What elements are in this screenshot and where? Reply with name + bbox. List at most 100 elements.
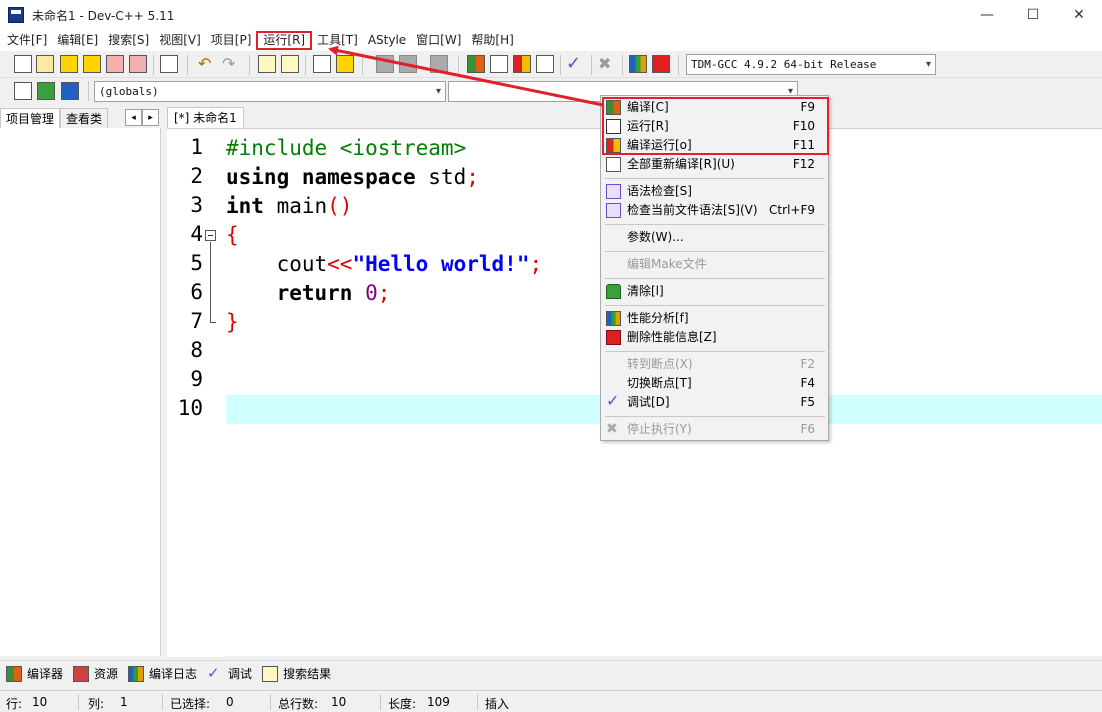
menu-item-debug[interactable]: ✓ 调试[D] F5 xyxy=(603,393,827,412)
syntax-check-file-icon xyxy=(606,203,621,218)
toolbar-separator xyxy=(187,55,188,75)
menu-item-rebuild-all[interactable]: 全部重新编译[R](U) F12 xyxy=(603,155,827,174)
new-file-icon[interactable] xyxy=(14,55,32,73)
bottom-panel-tabs: 编译器 资源 编译日志 ✓ 调试 搜索结果 xyxy=(0,660,1102,686)
delete-profile-icon[interactable] xyxy=(652,55,670,73)
class-toolbar: (globals) ▾ ▾ xyxy=(0,79,1102,104)
compile-run-icon[interactable] xyxy=(513,55,531,73)
menu-item-syntax-check[interactable]: 语法检查[S] xyxy=(603,182,827,201)
project-panel[interactable] xyxy=(0,128,161,656)
remove-from-project-icon[interactable] xyxy=(430,55,448,73)
fold-collapse-icon[interactable] xyxy=(205,230,216,241)
scope-select[interactable]: (globals) ▾ xyxy=(94,81,446,102)
close-all-icon[interactable] xyxy=(129,55,147,73)
rebuild-all-icon[interactable] xyxy=(536,55,554,73)
bookmark-icon[interactable] xyxy=(61,82,79,100)
redo-icon[interactable]: ↷ xyxy=(222,55,240,73)
code-line-1: #include <iostream> xyxy=(226,136,467,160)
new-project-icon[interactable] xyxy=(376,55,394,73)
menu-item-profile[interactable]: 性能分析[f] xyxy=(603,309,827,328)
close-button[interactable]: ✕ xyxy=(1056,0,1102,30)
menu-project[interactable]: 项目[P] xyxy=(206,31,257,50)
editor-tab[interactable]: [*] 未命名1 xyxy=(167,107,244,129)
menu-item-parameters[interactable]: 参数(W)... xyxy=(603,228,827,247)
unindent-icon[interactable] xyxy=(336,55,354,73)
toolbar-separator xyxy=(560,55,561,75)
menu-separator xyxy=(605,251,825,252)
syntax-check-icon xyxy=(606,184,621,199)
stop-icon[interactable]: ✖ xyxy=(598,55,616,73)
code-line-6: return 0; xyxy=(226,281,391,305)
menu-item-toggle-breakpoint[interactable]: 切换断点[T] F4 xyxy=(603,374,827,393)
status-insert-mode: 插入 xyxy=(485,697,510,711)
toolbar-separator xyxy=(458,55,459,75)
menu-window[interactable]: 窗口[W] xyxy=(411,31,466,50)
compile-icon[interactable] xyxy=(467,55,485,73)
open-file-icon[interactable] xyxy=(36,55,54,73)
status-separator xyxy=(162,694,163,710)
run-icon[interactable] xyxy=(490,55,508,73)
tab-prev-icon[interactable]: ◂ xyxy=(125,109,142,126)
code-line-4: { xyxy=(226,223,239,247)
tab-compile-log[interactable]: 编译日志 xyxy=(128,665,197,682)
clean-icon xyxy=(606,284,621,299)
toolbar-separator xyxy=(153,55,154,75)
menu-separator xyxy=(605,278,825,279)
profile-icon[interactable] xyxy=(629,55,647,73)
tab-next-icon[interactable]: ▸ xyxy=(142,109,159,126)
undo-icon[interactable]: ↶ xyxy=(198,55,216,73)
tab-debug[interactable]: ✓ 调试 xyxy=(207,665,252,682)
menu-item-clean[interactable]: 清除[l] xyxy=(603,282,827,301)
toolbar-separator xyxy=(305,55,306,75)
fold-guide xyxy=(210,242,211,322)
fold-guide-end xyxy=(210,322,216,323)
save-all-icon[interactable] xyxy=(83,55,101,73)
tab-resources[interactable]: 资源 xyxy=(73,665,118,682)
menu-item-syntax-check-file[interactable]: 检查当前文件语法[S](V) Ctrl+F9 xyxy=(603,201,827,220)
debug-check-icon: ✓ xyxy=(606,391,620,410)
compiler-select-value: TDM-GCC 4.9.2 64-bit Release xyxy=(691,58,877,71)
menu-run[interactable]: 运行[R] xyxy=(256,31,313,50)
menu-item-delete-profile[interactable]: 删除性能信息[Z] xyxy=(603,328,827,347)
menu-separator xyxy=(605,351,825,352)
tab-compiler[interactable]: 编译器 xyxy=(6,665,63,682)
menu-help[interactable]: 帮助[H] xyxy=(466,31,518,50)
minimize-button[interactable]: — xyxy=(964,0,1010,30)
menu-separator xyxy=(605,305,825,306)
tab-project[interactable]: 项目管理 xyxy=(0,108,61,129)
line-number-gutter: 1 2 3 4 5 6 7 8 9 10 xyxy=(167,129,224,657)
toolbar-separator xyxy=(678,55,679,75)
window-title: 未命名1 - Dev-C++ 5.11 xyxy=(32,8,175,23)
debug-check-icon[interactable]: ✓ xyxy=(566,55,584,73)
debug-check-icon: ✓ xyxy=(207,663,220,682)
menu-tools[interactable]: 工具[T] xyxy=(312,31,363,50)
goto-definition-icon[interactable] xyxy=(37,82,55,100)
replace-icon[interactable] xyxy=(281,55,299,73)
goto-declaration-icon[interactable] xyxy=(14,82,32,100)
code-line-2: using namespace std; xyxy=(226,165,479,189)
menu-separator xyxy=(605,416,825,417)
tab-classes[interactable]: 查看类 xyxy=(60,108,109,129)
close-file-icon[interactable] xyxy=(106,55,124,73)
print-icon[interactable] xyxy=(160,55,178,73)
line-number: 6 xyxy=(190,280,203,304)
save-icon[interactable] xyxy=(60,55,78,73)
menu-astyle[interactable]: AStyle xyxy=(363,31,411,50)
menu-view[interactable]: 视图[V] xyxy=(154,31,206,50)
maximize-button[interactable]: ☐ xyxy=(1010,0,1056,30)
compiler-select[interactable]: TDM-GCC 4.9.2 64-bit Release ▾ xyxy=(686,54,936,75)
find-icon[interactable] xyxy=(258,55,276,73)
add-to-project-icon[interactable] xyxy=(399,55,417,73)
status-bar: 行: 10 列: 1 已选择: 0 总行数: 10 长度: 109 插入 xyxy=(0,690,1102,712)
toolbar-separator xyxy=(88,81,89,101)
title-bar: 未命名1 - Dev-C++ 5.11 — ☐ ✕ xyxy=(0,0,1102,30)
toolbar-separator xyxy=(249,55,250,75)
indent-icon[interactable] xyxy=(313,55,331,73)
tab-search-results[interactable]: 搜索结果 xyxy=(262,665,331,682)
menu-edit[interactable]: 编辑[E] xyxy=(52,31,103,50)
line-number: 9 xyxy=(190,367,203,391)
menu-file[interactable]: 文件[F] xyxy=(2,31,52,50)
status-separator xyxy=(270,694,271,710)
status-selected-value: 0 xyxy=(226,695,234,709)
menu-search[interactable]: 搜索[S] xyxy=(103,31,154,50)
